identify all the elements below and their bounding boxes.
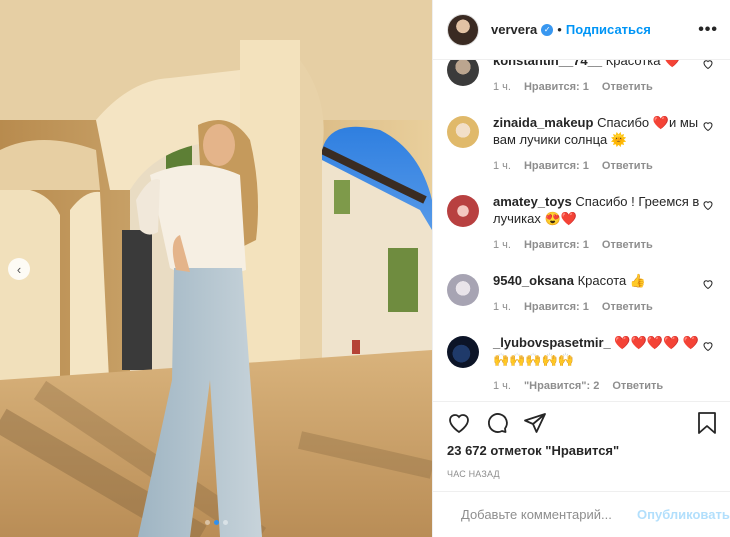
post-header: ververa ✓ • Подписаться •••	[433, 0, 730, 60]
commenter-username[interactable]: zinaida_makeup	[493, 115, 593, 130]
carousel-dot-active	[213, 520, 219, 525]
reply-button[interactable]: Ответить	[602, 158, 653, 175]
commenter-avatar[interactable]	[447, 336, 479, 368]
like-heart-icon[interactable]	[447, 411, 471, 435]
comment-time[interactable]: 1 ч.	[493, 79, 511, 96]
header-separator: •	[557, 22, 562, 37]
post-timestamp[interactable]: ЧАС НАЗАД	[433, 469, 730, 491]
comment-item: amatey_toys Спасибо ! Греемся в лучиках …	[433, 193, 730, 254]
add-comment-bar: Опубликовать	[433, 491, 730, 537]
comment-item: 9540_oksana Красота 👍 1 ч. Нравится: 1 О…	[433, 272, 730, 316]
photo-illustration	[0, 0, 432, 537]
comment-time[interactable]: 1 ч.	[493, 299, 511, 316]
comment-bubble-icon[interactable]	[485, 411, 509, 435]
commenter-avatar[interactable]	[447, 274, 479, 306]
comment-text: Красотка	[605, 60, 661, 68]
commenter-avatar[interactable]	[447, 60, 479, 86]
more-options-icon[interactable]: •••	[698, 21, 718, 39]
comment-emoji: ❤️	[664, 60, 681, 68]
comment-likes[interactable]: "Нравится": 2	[524, 378, 599, 395]
verified-badge-icon: ✓	[541, 23, 554, 36]
publish-button[interactable]: Опубликовать	[637, 507, 730, 522]
instagram-post: ‹ ververa ✓ • Подписаться ••• konstantin…	[0, 0, 730, 537]
comment-time[interactable]: 1 ч.	[493, 378, 511, 395]
author-username[interactable]: ververa	[491, 22, 537, 37]
comment-like-heart-icon[interactable]	[702, 278, 714, 290]
commenter-avatar[interactable]	[447, 116, 479, 148]
comment-emoji: 🌞	[610, 132, 628, 147]
reply-button[interactable]: Ответить	[602, 237, 653, 254]
likes-count[interactable]: 23 672 отметок "Нравится"	[433, 443, 730, 463]
comment-item: _lyubovspasetmir_ ❤️❤️❤️❤️ ❤️🙌🙌🙌🙌🙌 1 ч. …	[433, 334, 730, 395]
commenter-username[interactable]: 9540_oksana	[493, 273, 574, 288]
comment-likes[interactable]: Нравится: 1	[524, 79, 589, 96]
comment-text: ❤️❤️❤️❤️	[614, 335, 680, 350]
author-avatar[interactable]	[447, 13, 479, 46]
reply-button[interactable]: Ответить	[612, 378, 663, 395]
share-paper-plane-icon[interactable]	[523, 411, 547, 435]
post-actions-bar	[433, 401, 730, 443]
carousel-prev-button[interactable]: ‹	[8, 258, 30, 280]
comment-like-heart-icon[interactable]	[702, 120, 714, 132]
comment-like-heart-icon[interactable]	[702, 60, 714, 70]
comment-likes[interactable]: Нравится: 1	[524, 237, 589, 254]
commenter-username[interactable]: konstantin__74__	[493, 60, 602, 68]
comment-text: Красота	[577, 273, 627, 288]
carousel-dot	[204, 520, 210, 525]
commenter-avatar[interactable]	[447, 195, 479, 227]
commenter-username[interactable]: _lyubovspasetmir_	[493, 335, 611, 350]
comment-likes[interactable]: Нравится: 1	[524, 158, 589, 175]
post-side-panel: ververa ✓ • Подписаться ••• konstantin__…	[432, 0, 730, 537]
comment-input[interactable]	[461, 507, 637, 522]
carousel-dot	[222, 520, 228, 525]
comment-emoji: 😍❤️	[544, 211, 577, 226]
comment-time[interactable]: 1 ч.	[493, 237, 511, 254]
reply-button[interactable]: Ответить	[602, 299, 653, 316]
comment-like-heart-icon[interactable]	[702, 199, 714, 211]
commenter-username[interactable]: amatey_toys	[493, 194, 572, 209]
save-bookmark-icon[interactable]	[696, 411, 718, 435]
post-photo[interactable]: ‹	[0, 0, 432, 537]
comment-item: zinaida_makeup Спасибо ❤️и мы вам лучики…	[433, 114, 730, 175]
comment-like-heart-icon[interactable]	[702, 340, 714, 352]
comment-item: konstantin__74__ Красотка ❤️ 1 ч. Нравит…	[433, 60, 730, 96]
reply-button[interactable]: Ответить	[602, 79, 653, 96]
carousel-indicator	[0, 520, 432, 525]
comment-likes[interactable]: Нравится: 1	[524, 299, 589, 316]
comment-emoji: 👍	[629, 273, 647, 288]
follow-button[interactable]: Подписаться	[566, 22, 651, 37]
comment-time[interactable]: 1 ч.	[493, 158, 511, 175]
comments-list[interactable]: konstantin__74__ Красотка ❤️ 1 ч. Нравит…	[433, 60, 730, 401]
